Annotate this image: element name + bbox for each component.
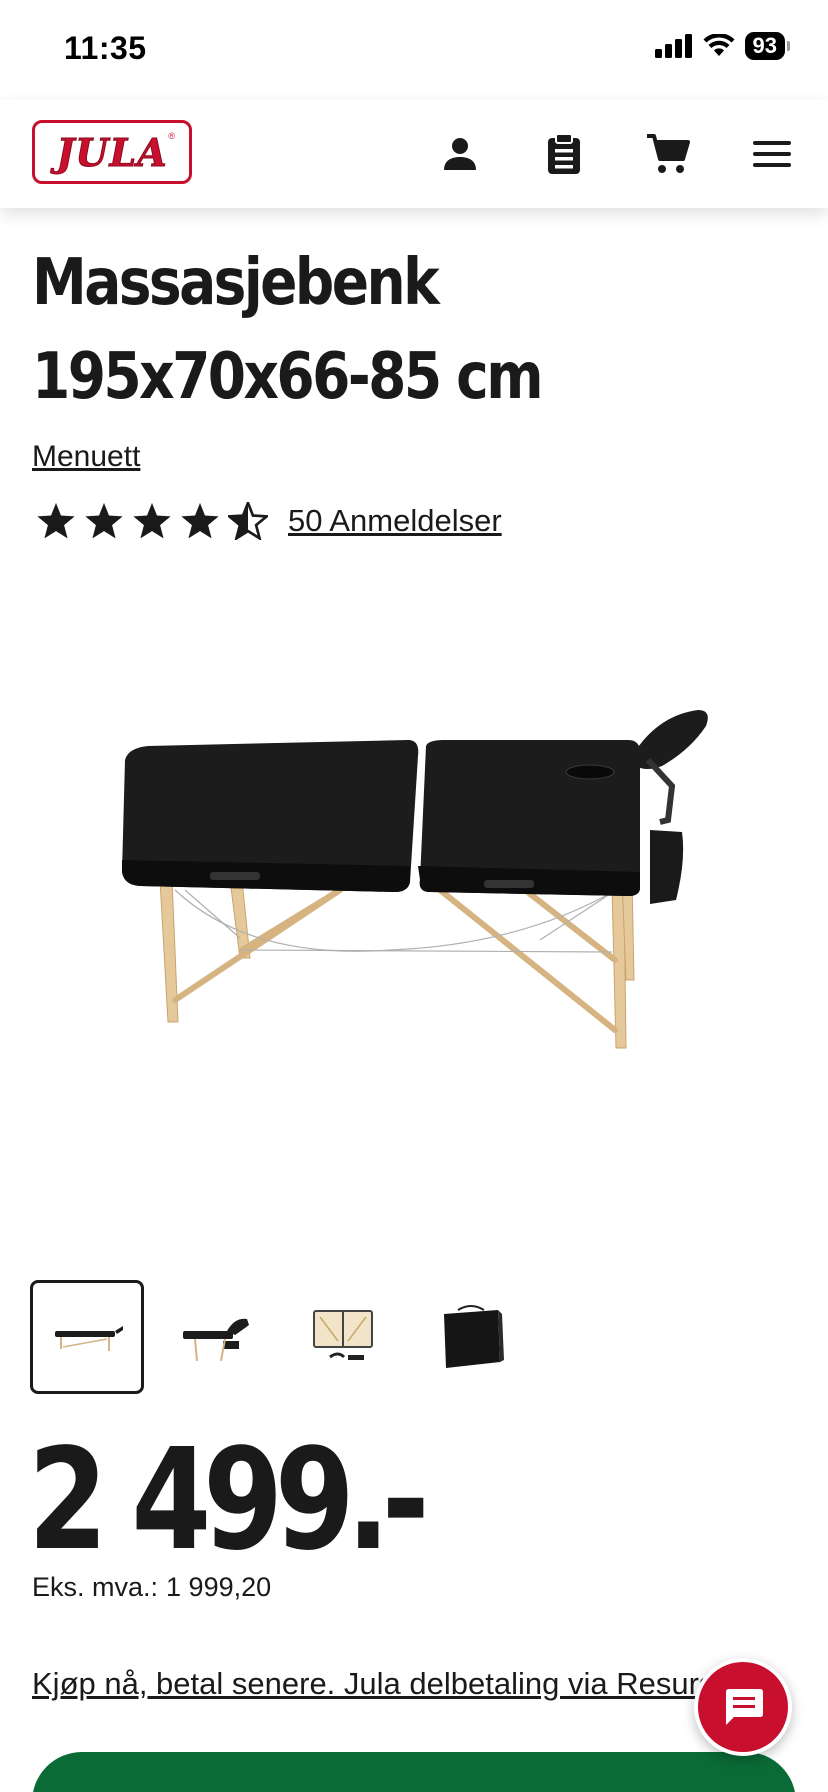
star-icon — [181, 502, 219, 539]
half-star-icon — [228, 502, 268, 540]
jula-logo[interactable]: JULA ® — [32, 120, 192, 184]
thumbnail-4[interactable] — [414, 1280, 528, 1394]
site-header: JULA ® — [0, 100, 828, 208]
chat-button[interactable] — [694, 1658, 792, 1756]
wifi-icon — [703, 34, 735, 56]
status-time: 11:35 — [64, 30, 147, 66]
battery-level: 93 — [744, 32, 785, 60]
add-to-cart-button[interactable] — [32, 1752, 796, 1792]
signal-icon — [654, 34, 692, 58]
massage-table-folded-thumb — [313, 1310, 373, 1360]
menu-button[interactable] — [744, 126, 800, 182]
shopping-list-icon — [548, 133, 580, 174]
chat-icon — [726, 1689, 763, 1725]
price-ex-vat: Eks. mva.: 1 999,20 — [32, 1572, 271, 1603]
star-icon — [133, 502, 171, 539]
carry-bag-thumb — [444, 1305, 504, 1368]
shopping-list-button[interactable] — [536, 126, 592, 182]
star-icon — [85, 502, 123, 539]
logo-text: JULA — [56, 129, 168, 175]
thumbnail-2[interactable] — [158, 1280, 272, 1394]
ex-vat-value: 1 999,20 — [166, 1572, 272, 1602]
star-icon — [37, 502, 75, 539]
ex-vat-label: Eks. mva.: — [32, 1572, 159, 1602]
thumbnail-3[interactable] — [286, 1280, 400, 1394]
thumbnail-1[interactable] — [30, 1280, 144, 1394]
product-price: 2 499.- — [28, 1419, 430, 1582]
reviews-link[interactable]: 50 Anmeldelser — [288, 503, 502, 539]
thumbnail-strip — [30, 1280, 528, 1394]
registered-mark: ® — [168, 131, 175, 141]
massage-table-headrest-thumb — [183, 1318, 249, 1362]
status-icons: 93 — [654, 32, 790, 60]
rating-row[interactable]: 50 Anmeldelser — [36, 502, 502, 540]
status-bar: 11:35 93 — [0, 0, 828, 100]
product-image[interactable] — [0, 560, 828, 1260]
menu-icon — [753, 141, 791, 167]
product-title: Massasjebenk 195x70x66-85 cm — [32, 246, 544, 414]
user-icon — [444, 138, 476, 170]
battery-icon: 93 — [744, 32, 790, 60]
pay-later-link[interactable]: Kjøp nå, betal senere. Jula delbetaling … — [32, 1666, 712, 1702]
rating-stars — [36, 502, 268, 540]
brand-link[interactable]: Menuett — [32, 440, 140, 474]
massage-table-image — [122, 710, 708, 1049]
battery-tip — [787, 41, 790, 51]
cart-icon — [647, 134, 690, 173]
cart-button[interactable] — [640, 126, 696, 182]
account-button[interactable] — [432, 126, 488, 182]
massage-table-side-thumb — [55, 1326, 123, 1351]
